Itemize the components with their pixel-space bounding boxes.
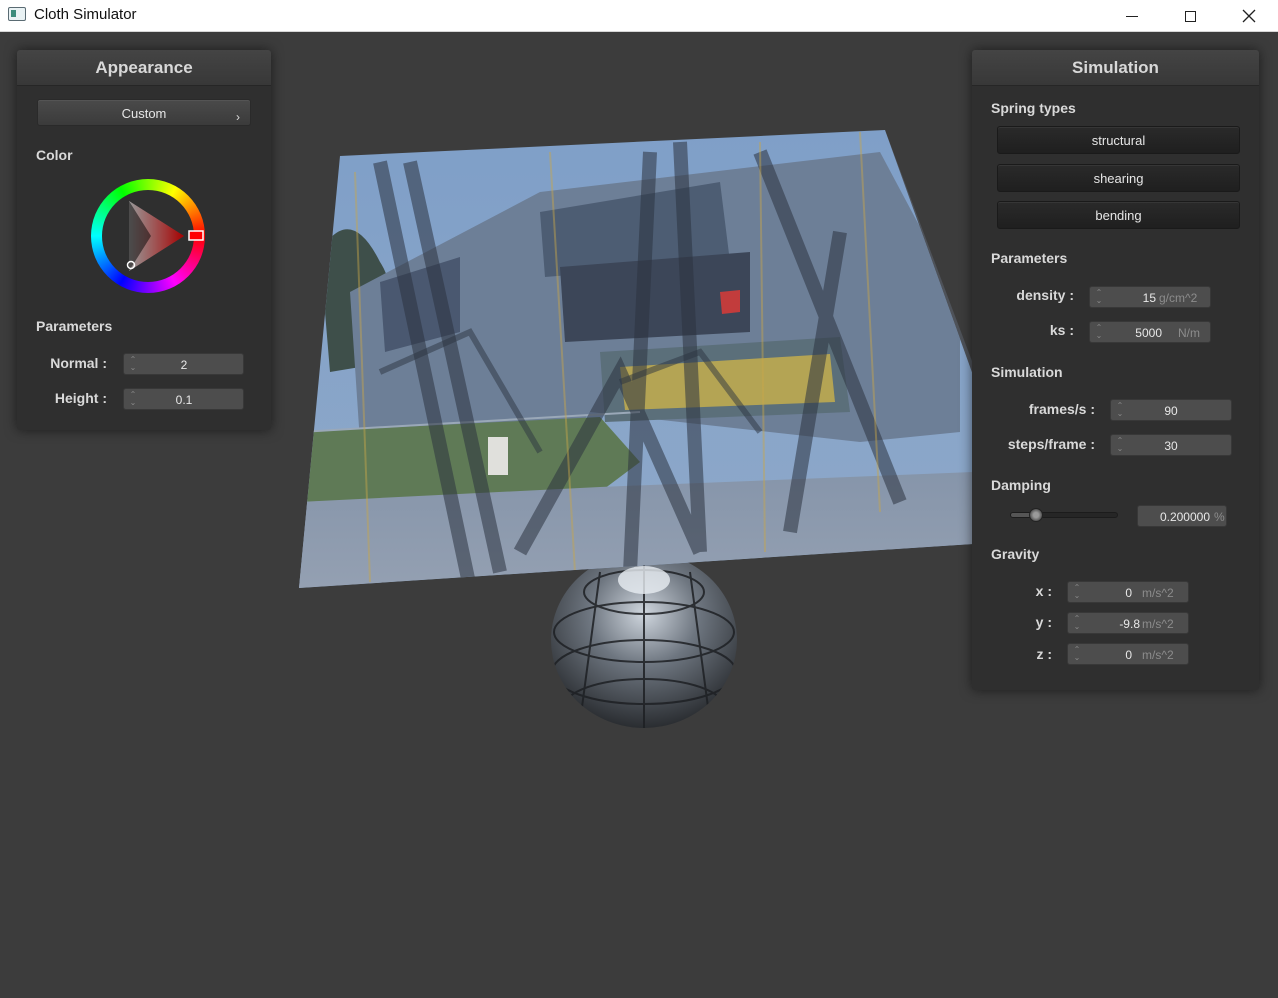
damping-slider-handle[interactable] bbox=[1029, 508, 1044, 522]
ks-value: 5000 bbox=[1135, 326, 1162, 340]
window-title: Cloth Simulator bbox=[34, 6, 137, 23]
gravity-y-label: y : bbox=[1035, 614, 1052, 630]
spin-arrows-icon[interactable]: ⌃ ⌄ bbox=[1116, 402, 1124, 418]
gravity-z-value: 0 bbox=[1125, 648, 1132, 662]
chevron-right-icon: › bbox=[236, 110, 240, 124]
close-icon bbox=[1242, 9, 1256, 23]
height-spinbox[interactable]: ⌃ ⌄ 0.1 bbox=[123, 388, 244, 410]
simulation-panel: Simulation Spring types structural shear… bbox=[972, 50, 1259, 690]
spin-arrows-icon[interactable]: ⌃ ⌄ bbox=[1095, 289, 1103, 305]
spin-arrows-icon[interactable]: ⌃ ⌄ bbox=[1073, 646, 1081, 662]
damping-unit: % bbox=[1214, 510, 1225, 524]
minimize-button[interactable] bbox=[1103, 0, 1161, 32]
spin-arrows-icon[interactable]: ⌃ ⌄ bbox=[1073, 584, 1081, 600]
ks-label: ks : bbox=[1049, 322, 1074, 338]
fps-spinbox[interactable]: ⌃ ⌄ 90 bbox=[1110, 399, 1232, 421]
color-triangle[interactable] bbox=[91, 179, 205, 293]
preset-dropdown[interactable]: Custom › bbox=[37, 99, 251, 126]
spring-types-label: Spring types bbox=[991, 100, 1076, 116]
gravity-y-spinbox[interactable]: ⌃ ⌄ -9.8 m/s^2 bbox=[1067, 612, 1189, 634]
steps-spinbox[interactable]: ⌃ ⌄ 30 bbox=[1110, 434, 1232, 456]
gravity-x-value: 0 bbox=[1125, 586, 1132, 600]
appearance-panel: Appearance Custom › Color Parameters Nor… bbox=[17, 50, 271, 430]
gravity-y-value: -9.8 bbox=[1119, 617, 1140, 631]
gravity-x-unit: m/s^2 bbox=[1142, 586, 1174, 600]
damping-label: Damping bbox=[991, 477, 1051, 493]
gravity-z-unit: m/s^2 bbox=[1142, 648, 1174, 662]
maximize-icon bbox=[1184, 10, 1196, 22]
density-unit: g/cm^2 bbox=[1159, 291, 1198, 305]
density-value: 15 bbox=[1142, 291, 1156, 305]
gravity-y-unit: m/s^2 bbox=[1142, 617, 1174, 631]
gravity-z-label: z : bbox=[1036, 646, 1052, 662]
height-value: 0.1 bbox=[175, 393, 193, 407]
simulation-section-label: Simulation bbox=[991, 364, 1063, 380]
density-label: density : bbox=[1016, 287, 1074, 303]
collision-sphere bbox=[551, 552, 737, 728]
spin-arrows-icon[interactable]: ⌃ ⌄ bbox=[1073, 615, 1081, 631]
appearance-parameters-label: Parameters bbox=[36, 318, 113, 334]
appearance-panel-header[interactable]: Appearance bbox=[17, 50, 271, 86]
spin-arrows-icon[interactable]: ⌃ ⌄ bbox=[129, 391, 137, 407]
gravity-x-label: x : bbox=[1035, 583, 1052, 599]
simulation-parameters-label: Parameters bbox=[991, 250, 1068, 266]
simulation-panel-header[interactable]: Simulation bbox=[972, 50, 1259, 86]
minimize-icon bbox=[1126, 15, 1138, 17]
fps-label: frames/s : bbox=[1028, 401, 1095, 417]
ks-spinbox[interactable]: ⌃ ⌄ 5000 N/m bbox=[1089, 321, 1211, 343]
damping-value: 0.200000 bbox=[1159, 510, 1210, 524]
height-label: Height : bbox=[54, 390, 107, 406]
color-section-label: Color bbox=[36, 147, 73, 163]
gravity-z-spinbox[interactable]: ⌃ ⌄ 0 m/s^2 bbox=[1067, 643, 1189, 665]
damping-slider[interactable] bbox=[1010, 508, 1118, 522]
app-icon bbox=[8, 7, 26, 21]
cloth-mesh bbox=[299, 130, 1030, 588]
steps-value: 30 bbox=[1164, 439, 1178, 453]
maximize-button[interactable] bbox=[1161, 0, 1219, 32]
gravity-x-spinbox[interactable]: ⌃ ⌄ 0 m/s^2 bbox=[1067, 581, 1189, 603]
preset-label: Custom bbox=[121, 106, 167, 121]
spin-arrows-icon[interactable]: ⌃ ⌄ bbox=[1095, 324, 1103, 340]
fps-value: 90 bbox=[1164, 404, 1178, 418]
ks-unit: N/m bbox=[1178, 326, 1200, 340]
structural-button[interactable]: structural bbox=[997, 126, 1240, 154]
density-spinbox[interactable]: ⌃ ⌄ 15 g/cm^2 bbox=[1089, 286, 1211, 308]
shearing-button[interactable]: shearing bbox=[997, 164, 1240, 192]
gravity-label: Gravity bbox=[991, 546, 1040, 562]
title-bar: Cloth Simulator bbox=[0, 0, 1278, 32]
steps-label: steps/frame : bbox=[1007, 436, 1095, 452]
normal-value: 2 bbox=[180, 358, 188, 372]
spin-arrows-icon[interactable]: ⌃ ⌄ bbox=[129, 356, 137, 372]
normal-spinbox[interactable]: ⌃ ⌄ 2 bbox=[123, 353, 244, 375]
color-wheel[interactable] bbox=[91, 179, 205, 293]
spin-arrows-icon[interactable]: ⌃ ⌄ bbox=[1116, 437, 1124, 453]
bending-button[interactable]: bending bbox=[997, 201, 1240, 229]
normal-label: Normal : bbox=[50, 355, 107, 371]
close-button[interactable] bbox=[1220, 0, 1278, 32]
damping-field[interactable]: 0.200000 % bbox=[1137, 505, 1227, 527]
